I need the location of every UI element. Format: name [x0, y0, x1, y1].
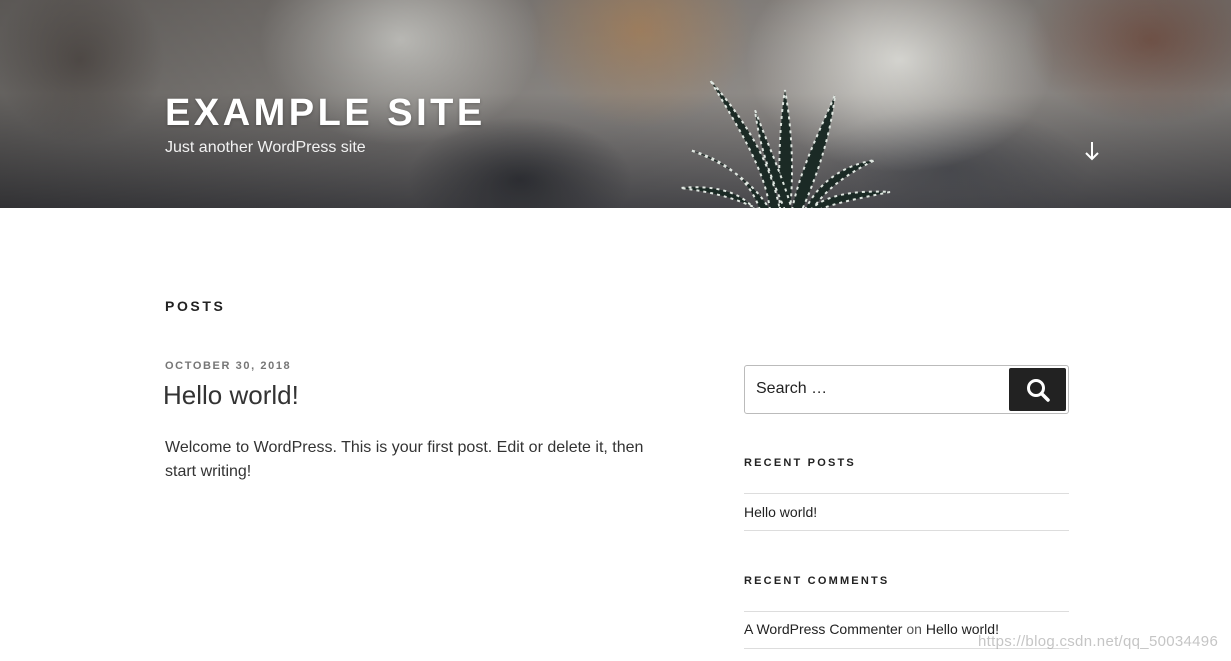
arrow-down-icon[interactable] [1082, 140, 1102, 162]
plant-image [679, 79, 891, 208]
site-title[interactable]: EXAMPLE SITE [165, 92, 486, 135]
site-header: EXAMPLE SITE Just another WordPress site [0, 0, 1231, 208]
comment-author-link[interactable]: A WordPress Commenter [744, 621, 902, 637]
recent-post-link[interactable]: Hello world! [744, 504, 817, 520]
divider [744, 611, 1069, 612]
divider [744, 530, 1069, 531]
search-button[interactable] [1009, 368, 1066, 411]
post-title-link[interactable]: Hello world! [163, 380, 299, 411]
page-title: POSTS [165, 298, 226, 314]
recent-comments-title: RECENT COMMENTS [744, 575, 890, 587]
divider [744, 493, 1069, 494]
search-input[interactable]: Search … [756, 380, 827, 398]
post-date-link[interactable]: OCTOBER 30, 2018 [165, 360, 291, 372]
watermark: https://blog.csdn.net/qq_50034496 [978, 633, 1219, 650]
search-form: Search … [744, 365, 1069, 414]
search-icon [1026, 378, 1050, 402]
recent-comment-item: A WordPress Commenter on Hello world! [744, 621, 999, 637]
comment-connector: on [906, 621, 922, 637]
site-description: Just another WordPress site [165, 139, 366, 156]
recent-posts-title: RECENT POSTS [744, 457, 856, 469]
post-content: Welcome to WordPress. This is your first… [165, 439, 644, 480]
